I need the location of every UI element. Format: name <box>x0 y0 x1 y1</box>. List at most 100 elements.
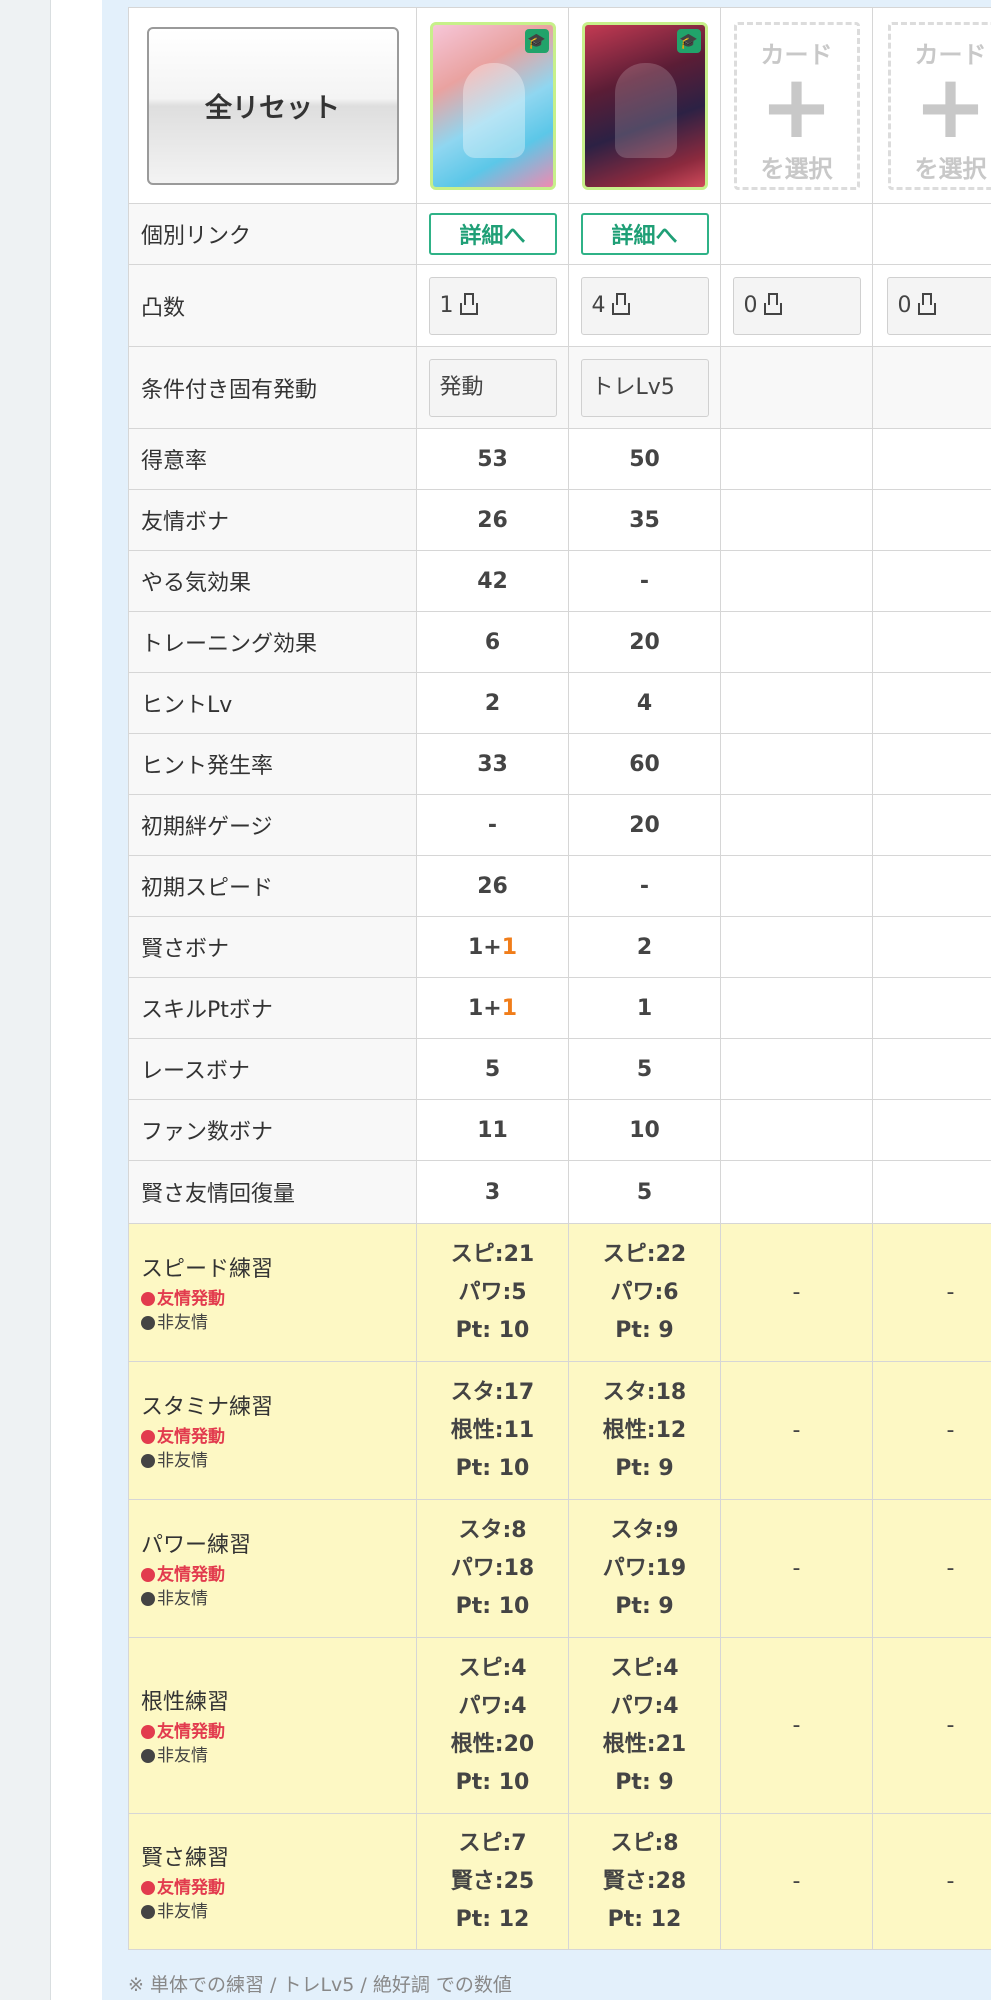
training-row-speed: スピード練習 友情発動 非友情 スピ:21 パワ:5 Pt: 10 スピ:22 パワ:… <box>128 1223 991 1362</box>
reset-cell: 全リセット <box>128 7 417 204</box>
row-label: 得意率 <box>128 428 417 490</box>
condition-select-2[interactable]: トレLv5 <box>580 358 709 417</box>
stat-empty <box>720 1038 873 1100</box>
card-header-row: 全リセット 🎓 🎓 カード + を選択 カード + を選択 <box>128 7 991 204</box>
training-values-2: スピ:4 パワ:4 根性:21 Pt: 9 <box>568 1637 721 1814</box>
slot-label-bottom: を選択 <box>914 154 987 183</box>
limit-break-icon <box>763 292 782 315</box>
limit-break-select-1[interactable]: 1 <box>428 276 557 335</box>
row-label: 賢さボナ <box>128 916 417 978</box>
stat-bonus-highlight: 1 <box>501 934 518 960</box>
training-empty: - <box>720 1637 873 1814</box>
stat-row: 得意率 53 50 <box>128 428 991 490</box>
training-value: Pt: 10 <box>455 1455 530 1481</box>
legend-friendship: 友情発動 <box>157 1426 225 1447</box>
legend-friendship: 友情発動 <box>157 1877 225 1898</box>
training-legend: 友情発動 非友情 <box>141 1876 416 1924</box>
stat-value: 10 <box>568 1099 721 1161</box>
card-character-figure <box>614 62 677 158</box>
stat-empty <box>720 855 873 917</box>
training-value-friendship: スピ:7 <box>458 1830 527 1856</box>
training-label-cell: パワー練習 友情発動 非友情 <box>128 1499 417 1638</box>
red-dot-icon <box>141 1724 155 1739</box>
row-label: レースボナ <box>128 1038 417 1100</box>
dark-dot-icon <box>141 1904 155 1919</box>
stat-empty <box>872 977 991 1039</box>
stat-row: ファン数ボナ 11 10 <box>128 1099 991 1161</box>
graduation-cap-icon: 🎓 <box>524 28 549 53</box>
stat-empty <box>872 611 991 673</box>
limit-break-select-2[interactable]: 4 <box>580 276 709 335</box>
training-legend: 友情発動 非友情 <box>141 1720 416 1768</box>
training-value: Pt: 10 <box>455 1317 530 1343</box>
condition-cell-2: トレLv5 <box>568 346 721 429</box>
red-dot-icon <box>141 1291 155 1306</box>
slot-label-bottom: を選択 <box>760 154 833 183</box>
training-row-power: パワー練習 友情発動 非友情 スタ:8 パワ:18 Pt: 10 スタ:9 パワ:19… <box>128 1499 991 1638</box>
limit-break-icon <box>611 292 630 315</box>
stat-empty <box>872 1099 991 1161</box>
training-value: Pt: 10 <box>455 1769 530 1795</box>
stat-row: スキルPtボナ 1+1 1 <box>128 977 991 1039</box>
lb-cell-1: 1 <box>416 264 569 347</box>
dark-dot-icon <box>141 1591 155 1606</box>
stat-value: 35 <box>568 489 721 551</box>
stat-value: 53 <box>416 428 569 490</box>
link-cell-4 <box>872 203 991 265</box>
stat-value: 5 <box>568 1160 721 1224</box>
legend-non-friendship: 非友情 <box>157 1745 208 1766</box>
training-value: スピ:4 <box>610 1655 679 1681</box>
stat-row: レースボナ 5 5 <box>128 1038 991 1100</box>
training-empty: - <box>720 1223 873 1362</box>
stat-empty <box>872 672 991 734</box>
condition-cell-3 <box>720 346 873 429</box>
training-value: パワ:5 <box>458 1279 527 1305</box>
card-select-slot-4[interactable]: カード + を選択 <box>887 21 991 190</box>
stat-value-highlight: 20 <box>568 611 721 673</box>
detail-button-1[interactable]: 詳細へ <box>428 213 557 255</box>
stat-empty <box>720 611 873 673</box>
plus-icon: + <box>913 54 988 158</box>
detail-button-2[interactable]: 詳細へ <box>580 213 709 255</box>
limit-break-select-3[interactable]: 0 <box>732 276 861 335</box>
training-legend: 友情発動 非友情 <box>141 1563 416 1611</box>
card-select-slot-3[interactable]: カード + を選択 <box>733 21 860 190</box>
training-value: 根性:20 <box>450 1731 535 1757</box>
link-row: 個別リンク 詳細へ 詳細へ <box>128 203 991 265</box>
dark-dot-icon <box>141 1453 155 1468</box>
condition-cell-4 <box>872 346 991 429</box>
support-card-comparison-table: 全リセット 🎓 🎓 カード + を選択 カード + を選択 個別リンク 詳細へ … <box>128 7 991 1950</box>
stat-empty <box>720 733 873 795</box>
training-value-friendship: 賢さ:25 <box>450 1868 535 1894</box>
training-value: 根性:12 <box>602 1417 687 1443</box>
row-label: 初期スピード <box>128 855 417 917</box>
stat-value: 6 <box>416 611 569 673</box>
training-label: 根性練習 <box>141 1689 230 1715</box>
lb-cell-2: 4 <box>568 264 721 347</box>
stat-empty <box>872 550 991 612</box>
limit-break-select-4[interactable]: 0 <box>886 276 991 335</box>
training-value-friendship: Pt: 12 <box>607 1906 682 1932</box>
training-empty: - <box>872 1361 991 1500</box>
stat-row: ヒントLv 2 4 <box>128 672 991 734</box>
support-card-image-2[interactable]: 🎓 <box>581 21 708 190</box>
stat-value: 1+1 <box>416 916 569 978</box>
card-cell-4: カード + を選択 <box>872 7 991 204</box>
reset-all-button[interactable]: 全リセット <box>146 26 399 185</box>
training-empty: - <box>872 1223 991 1362</box>
training-value: パワ:18 <box>450 1555 535 1581</box>
stat-empty <box>872 1038 991 1100</box>
stat-value: 5 <box>568 1038 721 1100</box>
support-card-image-1[interactable]: 🎓 <box>429 21 556 190</box>
stat-row: 友情ボナ 26 35 <box>128 489 991 551</box>
row-label: 初期絆ゲージ <box>128 794 417 856</box>
row-label: 賢さ友情回復量 <box>128 1160 417 1224</box>
stat-value: 1+1 <box>416 977 569 1039</box>
link-cell-1: 詳細へ <box>416 203 569 265</box>
red-dot-icon <box>141 1567 155 1582</box>
stat-value: 2 <box>416 672 569 734</box>
training-value: スピ:4 <box>458 1655 527 1681</box>
training-value: パワ:4 <box>610 1693 679 1719</box>
training-label: パワー練習 <box>141 1532 252 1558</box>
condition-select-1[interactable]: 発動 <box>428 358 557 417</box>
